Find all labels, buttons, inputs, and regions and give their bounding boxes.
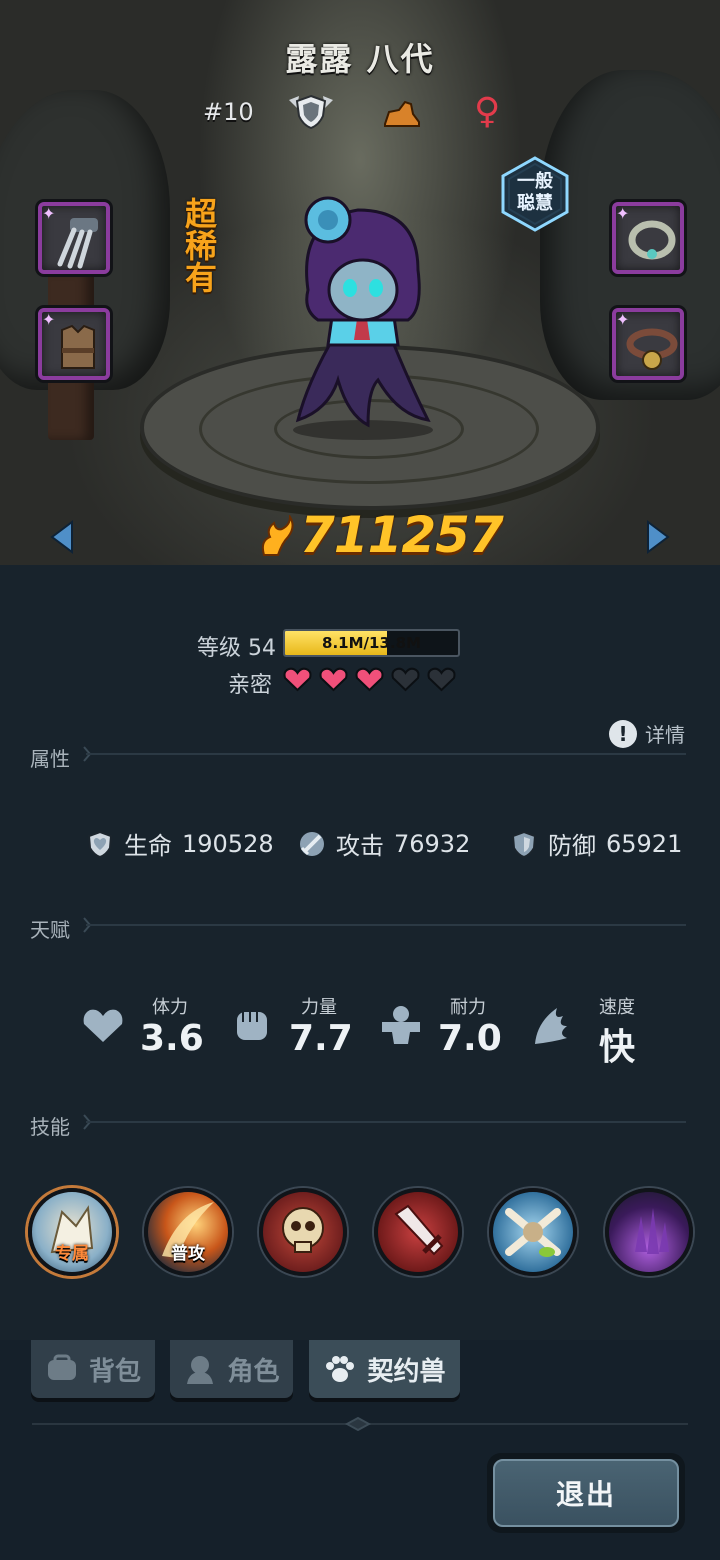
exit-button[interactable]: 退出 — [487, 1453, 685, 1533]
power-icon — [261, 515, 294, 556]
heart-filled-icon — [355, 667, 384, 692]
skill-exclusive[interactable]: 专属 — [28, 1188, 116, 1276]
bone-skill-icon — [505, 1208, 561, 1257]
section-title-skills: 技能 — [30, 1115, 70, 1139]
backpack-icon — [47, 1354, 76, 1380]
next-arrow[interactable] — [646, 520, 670, 554]
heart-icon — [83, 1009, 123, 1042]
section-title-talent: 天赋 — [30, 918, 70, 942]
equip-slot-necklace[interactable]: ✦ — [612, 202, 684, 274]
dark-crystal-skill-icon — [635, 1208, 669, 1254]
stat-defense: 防御 65921 — [510, 826, 682, 861]
necklace-icon — [628, 220, 676, 260]
info-icon: ! — [609, 719, 637, 748]
intimacy-label: 亲密 — [228, 673, 273, 698]
equip-slot-armor[interactable]: ✦ — [38, 308, 110, 380]
equip-slot-collar[interactable]: ✦ — [612, 308, 684, 380]
heart-empty-icon — [427, 667, 456, 692]
paw-icon — [326, 1356, 355, 1382]
claw-weapon-icon — [57, 218, 98, 269]
previous-arrow[interactable] — [50, 520, 74, 554]
shield-icon — [511, 830, 537, 858]
blade-skill-icon — [394, 1204, 444, 1256]
fist-icon — [237, 1012, 267, 1040]
equip-slot-weapon[interactable]: ✦ — [38, 202, 110, 274]
details-label: 详情 — [645, 723, 685, 747]
shoe-icon[interactable] — [381, 98, 421, 128]
skill-blade[interactable] — [374, 1188, 462, 1276]
power-value: 711257 — [300, 506, 504, 564]
divider-ornament — [345, 1416, 371, 1432]
section-divider — [86, 1121, 686, 1123]
xp-bar: 8.1M/13.8M — [283, 629, 460, 657]
character-icon — [187, 1356, 214, 1384]
character-number: #10 — [203, 98, 254, 126]
stat-attack: 攻击 76932 — [298, 826, 470, 861]
heart-shield-icon — [87, 830, 113, 858]
tab-contract-beast[interactable]: 契约兽 — [309, 1340, 460, 1398]
rarity-label: 超稀有 — [184, 195, 217, 297]
heart-filled-icon — [319, 667, 348, 692]
section-divider — [86, 753, 686, 755]
bell-collar-icon — [626, 328, 678, 370]
character-name: 露露 八代 — [285, 40, 435, 78]
skill-basic-attack[interactable]: 普攻 — [144, 1188, 232, 1276]
shield-icon[interactable] — [287, 94, 335, 130]
sword-icon — [300, 831, 324, 856]
intimacy-hearts — [283, 666, 456, 692]
tab-character[interactable]: 角色 — [170, 1340, 293, 1398]
heart-filled-icon — [283, 667, 312, 692]
heart-empty-icon — [391, 667, 420, 692]
details-button[interactable]: ! 详情 — [609, 719, 685, 748]
tab-backpack[interactable]: 背包 — [31, 1340, 155, 1398]
skill-dark-crystal[interactable] — [605, 1188, 693, 1276]
xp-text: 8.1M/13.8M — [322, 634, 421, 652]
skill-skull[interactable] — [259, 1188, 347, 1276]
wing-icon — [535, 1008, 567, 1044]
character-sprite[interactable] — [278, 180, 448, 440]
level-label: 等级 54 — [197, 636, 276, 661]
skill-bone[interactable] — [489, 1188, 577, 1276]
intelligence-text: 一般 聪慧 — [517, 171, 553, 214]
skull-skill-icon — [282, 1207, 324, 1253]
muscle-icon — [382, 1006, 420, 1044]
leather-armor-icon — [61, 324, 95, 369]
stat-hp: 生命 190528 — [86, 826, 274, 861]
section-title-attributes: 属性 — [30, 747, 70, 771]
female-icon: ♀ — [474, 91, 501, 132]
section-divider — [86, 924, 686, 926]
